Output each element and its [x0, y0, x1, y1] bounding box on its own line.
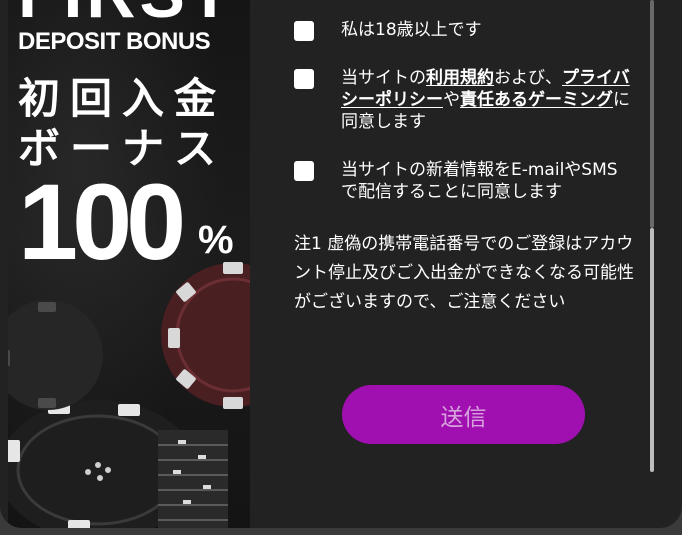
scrollbar-thumb[interactable] [650, 228, 654, 472]
terms-and-text: および、 [494, 68, 562, 88]
banner-headline: FIRST [18, 0, 234, 28]
banner-percent-sign: % [198, 218, 234, 262]
red-chip-icon [161, 262, 250, 409]
newsletter-checkbox-label: 当サイトの新着情報をE-mailやSMSで配信することに同意します [341, 160, 618, 202]
deposit-bonus-banner: FIRST DEPOSIT BONUS 初回入金 ボーナス 100 % [8, 0, 250, 528]
age-checkbox-label: 私は18歳以上です [341, 20, 482, 40]
terms-prefix: 当サイトの [341, 68, 426, 88]
background-chip-icon [8, 300, 103, 410]
terms-ya-text: や [443, 90, 460, 110]
consent-form: 私は18歳以上です 当サイトの利用規約および、プライバシーポリシーや責任あるゲー… [250, 0, 650, 528]
banner-subheadline: DEPOSIT BONUS [18, 28, 211, 55]
submit-button[interactable]: 送信 [342, 385, 585, 444]
phone-number-notice: 注1 虚偽の携帯電話番号でのご登録はアカウント停止及びご入出金ができなくなる可能… [294, 234, 634, 312]
age-checkbox[interactable] [294, 21, 314, 41]
terms-of-use-link[interactable]: 利用規約 [426, 68, 494, 88]
banner-percent-value: 100 [18, 161, 186, 282]
chip-stack-icon [158, 430, 228, 528]
registration-modal: FIRST DEPOSIT BONUS 初回入金 ボーナス 100 % 私は18… [0, 0, 682, 528]
responsible-gaming-link[interactable]: 責任あるゲーミング [460, 90, 613, 110]
newsletter-checkbox[interactable] [294, 161, 314, 181]
terms-checkbox[interactable] [294, 69, 314, 89]
scrollbar-track[interactable] [650, 0, 654, 228]
terms-checkbox-label: 当サイトの利用規約および、プライバシーポリシーや責任あるゲーミングに同意します [341, 67, 631, 133]
banner-jp-line1: 初回入金 [18, 74, 227, 123]
